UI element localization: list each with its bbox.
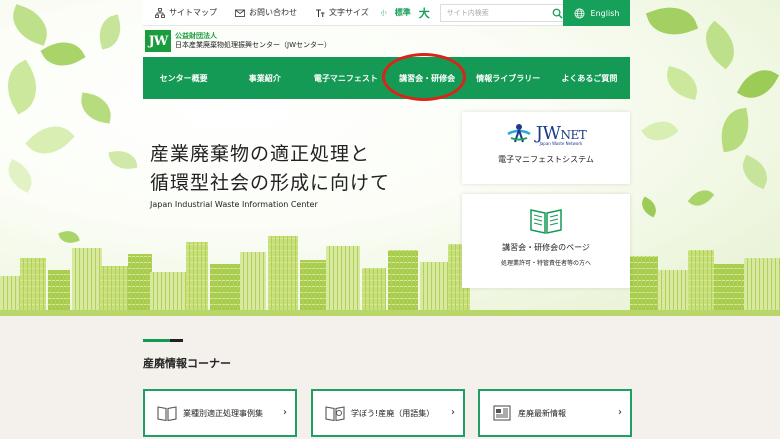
tile-latest-news[interactable]: 産廃最新情報 › [478,389,632,437]
contact-label: お問い合わせ [249,8,297,17]
nav-item-center-overview[interactable]: センター概要 [143,57,224,99]
seminar-card[interactable]: 講習会・研修会のページ 処理業許可・特管責任者等の方へ [462,194,630,288]
leaf-decoration [94,14,126,50]
tile-glossary[interactable]: 学ぼう!産廃（用語集） › [311,389,465,437]
mail-icon [235,9,245,17]
leaf-decoration [637,196,661,218]
tile-industry-cases[interactable]: 業種別適正処理事例集 › [143,389,297,437]
leaf-decoration [6,4,54,46]
open-book-icon [530,209,562,234]
annotation-circle [382,53,466,101]
leaf-decoration [1,158,39,194]
language-english-button[interactable]: English [563,0,630,26]
logo-subtitle: 公益財団法人 [175,32,217,41]
nav-item-library[interactable]: 情報ライブラリー [468,57,549,99]
leaf-decoration [77,92,115,124]
leaf-decoration [662,66,702,100]
chevron-right-icon: › [451,407,455,418]
hero-title-line1: 産業廃棄物の適正処理と [150,143,371,165]
search-input[interactable]: サイト内検索 [439,3,568,22]
seminar-card-label: 講習会・研修会のページ [502,243,590,252]
leaf-decoration [716,107,754,153]
leaf-decoration [736,154,774,190]
contact-link[interactable]: お問い合わせ [235,7,297,18]
book-search-icon [325,406,345,421]
sitemap-label: サイトマップ [169,8,217,17]
leaf-decoration [736,61,780,107]
globe-icon [574,8,585,18]
jwnet-card-label: 電子マニフェストシステム [498,155,594,164]
text-size-icon [316,9,325,17]
book-icon [157,406,177,421]
jwnet-logo-sub: Japan Waste Network [539,141,583,146]
site-logo[interactable]: JW 公益財団法人 日本産業廃棄物処理振興センター（JWセンター） [145,30,331,52]
sitemap-link[interactable]: サイトマップ [155,7,217,18]
seminar-card-sublabel: 処理業許可・特管責任者等の方へ [500,260,591,267]
utility-bar: サイトマップ お問い合わせ 文字サイズ 小 標準 大 サイト内検索 [143,0,630,26]
font-size-small-button[interactable]: 小 [381,8,387,17]
section-title: 産廃情報コーナー [143,357,231,370]
leaf-decoration [687,184,715,212]
language-label: English [590,8,620,18]
nav-item-e-manifest[interactable]: 電子マニフェスト [305,57,386,99]
leaf-decoration [0,59,48,115]
sitemap-icon [155,7,165,18]
font-size-label: 文字サイズ [329,8,369,17]
leaf-decoration [25,115,75,165]
jwnet-card[interactable]: JWNET Japan Waste Network 電子マニフェストシステム [462,112,630,184]
font-size-control: 文字サイズ [315,7,369,18]
city-skyline [0,226,780,316]
tile-label: 業種別適正処理事例集 [183,408,263,418]
search-icon[interactable] [552,8,563,19]
newspaper-icon [493,405,511,421]
leaf-decoration [108,147,138,173]
hero-title-line2: 循環型社会の形成に向けて [150,172,391,194]
font-size-options: 小 標準 大 [381,5,430,21]
tile-label: 産廃最新情報 [518,408,566,418]
jwnet-mark-icon [507,124,531,143]
leaf-decoration [641,113,679,149]
logo-mark: JW [145,30,171,52]
chevron-right-icon: › [283,407,287,418]
jwnet-logo-text2: NET [560,127,587,142]
section-title-accent [143,339,183,342]
hero-subtitle-en: Japan Industrial Waste Information Cente… [150,200,318,209]
hero-title: 産業廃棄物の適正処理と 循環型社会の形成に向けて [150,140,390,198]
tile-label: 学ぼう!産廃（用語集） [351,408,435,418]
leaf-decoration [695,20,745,70]
font-size-standard-button[interactable]: 標準 [395,7,411,18]
nav-item-business[interactable]: 事業紹介 [224,57,305,99]
chevron-right-icon: › [618,407,622,418]
leaf-decoration [645,0,699,44]
logo-name: 日本産業廃棄物処理振興センター（JWセンター） [175,41,331,49]
leaf-decoration [40,32,86,76]
font-size-large-button[interactable]: 大 [419,5,430,21]
search-placeholder: サイト内検索 [446,8,489,17]
nav-item-faq[interactable]: よくあるご質問 [549,57,630,99]
